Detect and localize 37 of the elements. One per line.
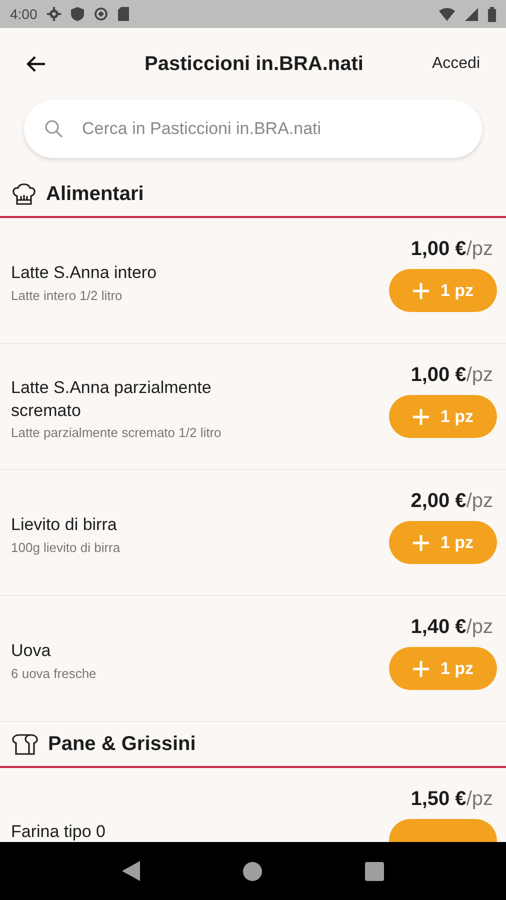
product-name: Farina tipo 0 [11, 821, 106, 842]
product-price: 1,00 €/pz [410, 238, 494, 261]
signal-icon [465, 8, 478, 20]
login-button[interactable]: Accedi [428, 51, 484, 77]
add-button[interactable]: 1 pz [389, 269, 497, 312]
product-name: Lievito di birra [11, 514, 118, 536]
add-button[interactable]: 1 pz [389, 647, 497, 690]
plus-icon [412, 534, 430, 552]
plus-icon [412, 660, 430, 678]
section-title: Alimentari [46, 182, 144, 206]
back-nav-icon[interactable] [122, 861, 140, 881]
status-time: 4:00 [10, 6, 38, 22]
sd-card-icon [118, 7, 130, 21]
product-price: 1,00 €/pz [410, 364, 494, 387]
add-button[interactable]: 1 pz [389, 521, 497, 564]
product-description: Latte parzialmente scremato 1/2 litro [11, 425, 222, 440]
plus-icon [412, 408, 430, 426]
wifi-icon [439, 8, 455, 20]
product-description: Latte intero 1/2 litro [11, 288, 124, 303]
plus-icon [412, 282, 430, 300]
product-name: Uova [11, 640, 52, 662]
product-price: 1,40 €/pz [410, 616, 494, 639]
product-price: 2,00 €/pz [410, 490, 494, 513]
recents-nav-icon[interactable] [365, 862, 384, 880]
product-description: 100g lievito di birra [11, 540, 122, 555]
product-name: Latte S.Anna intero [11, 262, 158, 284]
section-title: Pane & Grissini [48, 732, 196, 756]
product-price: 1,50 €/pz [410, 788, 494, 811]
battery-icon [488, 6, 496, 22]
search-field[interactable]: Cerca in Pasticcioni in.BRA.nati [24, 100, 482, 158]
product-description: 6 uova fresche [11, 666, 98, 681]
home-nav-icon[interactable] [242, 862, 262, 880]
add-button[interactable]: 1 pz [389, 395, 497, 438]
shield-icon [71, 7, 84, 21]
product-name: Latte S.Anna parzialmente scremato [11, 376, 212, 422]
page-title: Pasticcioni in.BRA.nati [144, 52, 364, 76]
sync-icon [94, 7, 108, 21]
